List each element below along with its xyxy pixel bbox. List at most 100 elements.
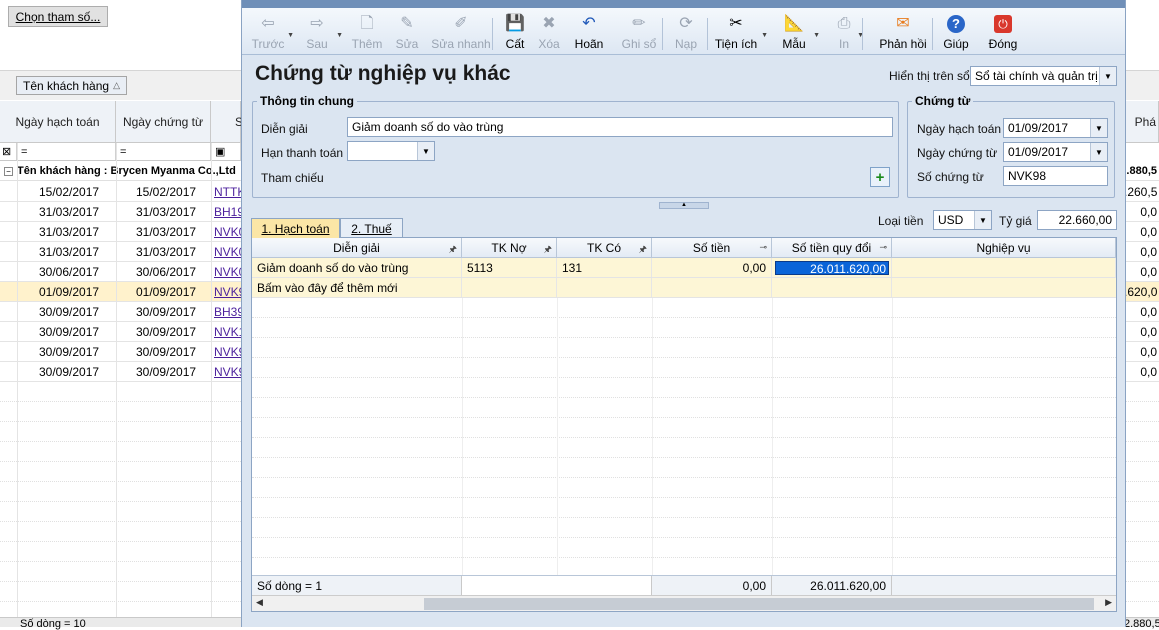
- description-input[interactable]: Giảm doanh số do vào trùng: [347, 117, 893, 137]
- grid-line: [652, 358, 653, 378]
- arrow-left-icon: ⇦: [261, 15, 275, 32]
- column-header-debit[interactable]: TK Nợ 🖈: [462, 238, 557, 258]
- cell-converted-value[interactable]: 26.011.620,00: [775, 260, 889, 276]
- scroll-right-icon[interactable]: ▶: [1105, 597, 1112, 608]
- toolbar-button-11[interactable]: 📐 Mẫu ▼: [776, 10, 820, 54]
- collapse-splitter[interactable]: ▲: [659, 202, 709, 209]
- grid-line: [652, 538, 653, 558]
- toolbar-button-5[interactable]: 💾 Cất: [502, 10, 528, 54]
- toolbar-button-15[interactable]: ⏻ Đóng: [983, 10, 1023, 54]
- toolbar-button-label: Phản hồi: [879, 37, 927, 51]
- scroll-thumb[interactable]: [424, 598, 1094, 610]
- pin-icon[interactable]: ⊸: [759, 242, 767, 253]
- cell-converted[interactable]: 26.011.620,00: [772, 258, 892, 277]
- row-voucher-link[interactable]: BH19: [214, 205, 244, 219]
- toolbar-button-label: Cất: [505, 37, 525, 51]
- new-row[interactable]: Bấm vào đây để thêm mới: [252, 278, 1116, 298]
- display-on-book-label: Hiển thị trên sổ: [889, 69, 970, 83]
- column-header-operation[interactable]: Nghiệp vụ: [892, 238, 1116, 258]
- tab-accounting[interactable]: 1. Hạch toán: [251, 218, 340, 238]
- tab-tax[interactable]: 2. Thuế: [340, 218, 403, 238]
- new-row-hint[interactable]: Bấm vào đây để thêm mới: [252, 278, 462, 297]
- chevron-down-icon[interactable]: ▼: [1090, 143, 1107, 161]
- cell-debit[interactable]: 5113: [462, 258, 557, 277]
- toolbar-button-10[interactable]: ✂ Tiện ích ▼: [712, 10, 768, 54]
- cell-amount[interactable]: 0,00: [652, 258, 772, 277]
- currency-select[interactable]: USD ▼: [933, 210, 992, 230]
- chevron-down-icon[interactable]: ▼: [974, 211, 991, 229]
- chevron-down-icon[interactable]: ▼: [287, 32, 294, 39]
- toolbar-button-8[interactable]: ✏ Ghi sổ: [617, 10, 661, 54]
- voucher-no-input[interactable]: NVK98: [1003, 166, 1108, 186]
- table-row[interactable]: Giảm doanh số do vào trùng 5113 131 0,00…: [252, 258, 1116, 278]
- pin-icon[interactable]: 🖈: [544, 242, 552, 258]
- toolbar-button-2[interactable]: 🗋 Thêm: [349, 10, 385, 54]
- choose-params-button[interactable]: Chọn tham số...: [8, 6, 108, 27]
- chevron-down-icon[interactable]: ▼: [417, 142, 434, 160]
- new-row-cell[interactable]: [772, 278, 892, 297]
- horizontal-scrollbar[interactable]: ◀ ▶: [252, 595, 1116, 611]
- cell-credit[interactable]: 131: [557, 258, 652, 277]
- row-voucher-link[interactable]: BH39: [214, 305, 244, 319]
- row-voucher-date: 30/09/2017: [136, 365, 197, 379]
- exchange-rate-input[interactable]: 22.660,00: [1037, 210, 1117, 230]
- filter-voucher-date[interactable]: =: [116, 143, 211, 161]
- column-header-converted[interactable]: Số tiền quy đổi ⊸: [772, 238, 892, 258]
- scroll-left-icon[interactable]: ◀: [256, 597, 263, 608]
- toolbar-button-0[interactable]: ⇦ Trước ▼: [250, 10, 294, 54]
- cell-operation[interactable]: [892, 258, 1116, 277]
- pin-icon[interactable]: ⊸: [879, 242, 887, 253]
- display-on-book-select[interactable]: Sổ tài chính và quản trị ▼: [970, 66, 1117, 86]
- toolbar-button-3[interactable]: ✎ Sửa: [392, 10, 422, 54]
- collapse-icon[interactable]: −: [4, 166, 13, 176]
- chevron-down-icon[interactable]: ▼: [336, 32, 343, 39]
- row-voucher-date: 30/09/2017: [136, 305, 197, 319]
- column-header-right[interactable]: Phá: [1126, 101, 1159, 143]
- due-date-input[interactable]: ▼: [347, 141, 435, 161]
- new-row-cell[interactable]: [652, 278, 772, 297]
- pin-icon[interactable]: 🖈: [449, 242, 457, 258]
- toolbar-button-7[interactable]: ↶ Hoãn: [572, 10, 606, 54]
- filter-voucher-no[interactable]: ▣: [211, 143, 241, 161]
- toolbar-button-9[interactable]: ⟳ Nạp: [671, 10, 701, 54]
- cell-description[interactable]: Giảm doanh số do vào trùng: [252, 258, 462, 277]
- grid-line: [892, 418, 893, 438]
- toolbar-button-12[interactable]: ⎙ In ▼: [832, 10, 864, 54]
- toolbar-button-14[interactable]: ? Giúp: [940, 10, 972, 54]
- chevron-down-icon[interactable]: ▼: [1090, 119, 1107, 137]
- plus-icon: +: [875, 168, 885, 186]
- close-icon: ⏻: [994, 15, 1012, 33]
- chevron-down-icon[interactable]: ▼: [813, 32, 820, 39]
- grid-line: [772, 538, 773, 558]
- filter-clear-icon[interactable]: ⊠: [0, 143, 17, 161]
- column-header-description[interactable]: Diễn giải 🖈: [252, 238, 462, 258]
- column-header-voucher-no[interactable]: S: [211, 101, 243, 143]
- column-header-amount[interactable]: Số tiền ⊸: [652, 238, 772, 258]
- toolbar-button-1[interactable]: ⇨ Sau ▼: [299, 10, 343, 54]
- grid-line: [557, 538, 558, 558]
- toolbar-button-6[interactable]: ✖ Xóa: [535, 10, 563, 54]
- toolbar-separator: [492, 18, 493, 50]
- post-date-input[interactable]: 01/09/2017 ▼: [1003, 118, 1108, 138]
- delete-icon: ✖: [542, 15, 556, 32]
- chevron-down-icon[interactable]: ▼: [1099, 67, 1116, 85]
- new-row-cell[interactable]: [557, 278, 652, 297]
- row-voucher-date: 30/09/2017: [136, 345, 197, 359]
- grid-line: [892, 398, 893, 418]
- column-header-voucher-date[interactable]: Ngày chứng từ: [116, 101, 211, 143]
- grid-line: [772, 298, 773, 318]
- dialog-titlebar: [242, 0, 1125, 8]
- column-header-credit[interactable]: TK Có 🖈: [557, 238, 652, 258]
- pin-icon[interactable]: 🖈: [639, 242, 647, 258]
- chevron-down-icon[interactable]: ▼: [761, 32, 768, 39]
- voucher-date-input[interactable]: 01/09/2017 ▼: [1003, 142, 1108, 162]
- new-row-cell[interactable]: [462, 278, 557, 297]
- column-header-post-date[interactable]: Ngày hạch toán: [0, 101, 116, 143]
- filter-post-date[interactable]: =: [17, 143, 116, 161]
- group-chip-customer[interactable]: Tên khách hàng △: [16, 76, 127, 95]
- add-reference-button[interactable]: +: [870, 167, 890, 187]
- toolbar-button-4[interactable]: ✐ Sửa nhanh: [430, 10, 492, 54]
- grid-line: [462, 398, 463, 418]
- exchange-rate-label: Tỷ giá: [999, 214, 1032, 228]
- toolbar-button-13[interactable]: ✉ Phản hồi: [873, 10, 933, 54]
